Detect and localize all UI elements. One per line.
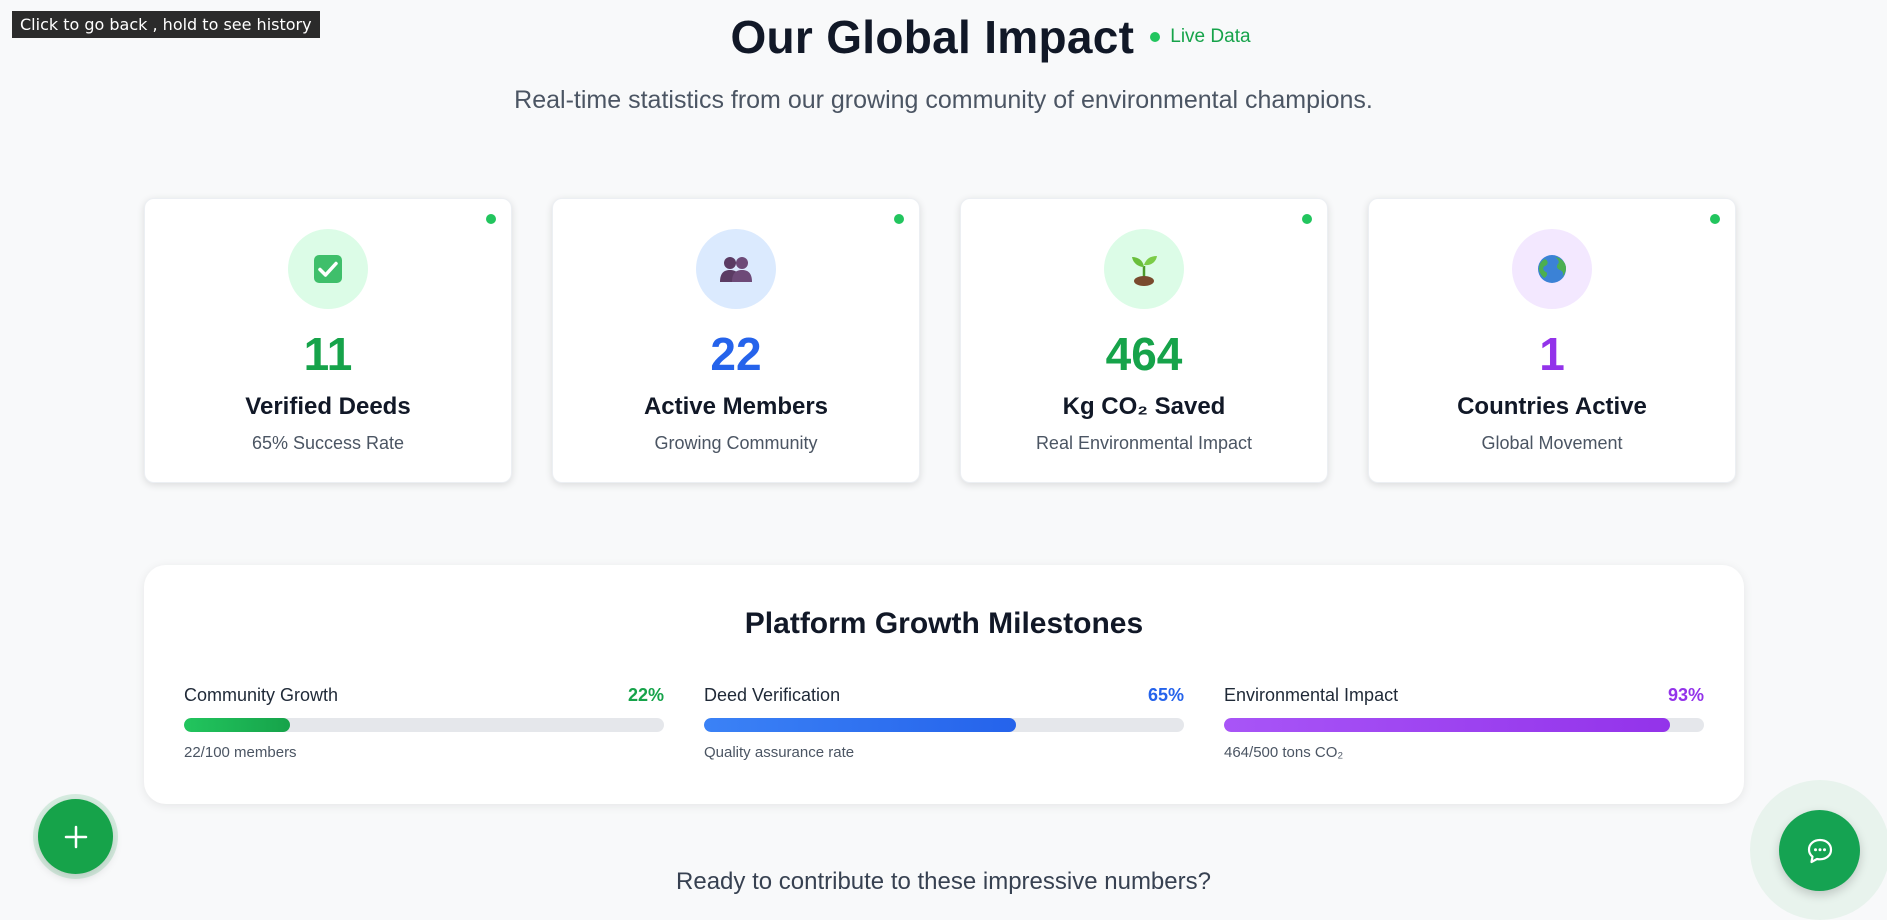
stat-label: Verified Deeds — [245, 393, 411, 420]
milestones-panel: Platform Growth Milestones Community Gro… — [144, 565, 1744, 804]
stat-value: 11 — [303, 328, 353, 380]
check-box-icon — [288, 229, 368, 309]
milestone-note: 464/500 tons CO₂ — [1224, 744, 1344, 761]
milestone-label: Deed Verification — [704, 685, 841, 705]
progress-track — [184, 718, 664, 732]
globe-icon — [1512, 229, 1592, 309]
stat-card-countries-active: 1 Countries Active Global Movement — [1368, 198, 1736, 483]
milestone-percent: 65% — [1147, 685, 1184, 705]
stats-cards: 11 Verified Deeds 65% Success Rate 22 Ac… — [144, 198, 1736, 483]
live-data-label: Live Data — [1170, 26, 1251, 47]
progress-fill — [704, 718, 1016, 732]
stat-card-verified-deeds: 11 Verified Deeds 65% Success Rate — [144, 198, 512, 483]
stat-card-co2-saved: 464 Kg CO₂ Saved Real Environmental Impa… — [960, 198, 1328, 483]
milestone-note: Quality assurance rate — [704, 744, 855, 761]
milestone-deed-verification: Deed Verification 65% Quality assurance … — [704, 685, 1184, 761]
people-icon — [696, 229, 776, 309]
milestone-environmental-impact: Environmental Impact 93% 464/500 tons CO… — [1224, 685, 1704, 761]
stat-subtext: Global Movement — [1481, 433, 1623, 453]
milestone-percent: 93% — [1667, 685, 1704, 705]
stat-subtext: Real Environmental Impact — [1035, 433, 1253, 453]
live-data-badge: Live Data — [1150, 26, 1251, 48]
stat-subtext: Growing Community — [654, 433, 818, 453]
live-dot-icon — [486, 214, 496, 224]
stat-value: 22 — [710, 328, 762, 380]
cta-text: Ready to contribute to these impressive … — [676, 868, 1211, 895]
progress-track — [704, 718, 1184, 732]
milestones-title: Platform Growth Milestones — [744, 607, 1144, 640]
stat-value: 1 — [1539, 328, 1565, 380]
milestone-community-growth: Community Growth 22% 22/100 members — [184, 685, 664, 761]
progress-track — [1224, 718, 1704, 732]
stat-label: Countries Active — [1457, 393, 1647, 420]
live-dot-icon — [1150, 32, 1161, 42]
stat-value: 464 — [1105, 328, 1183, 380]
seedling-icon — [1104, 229, 1184, 309]
progress-fill — [184, 718, 290, 732]
stat-card-active-members: 22 Active Members Growing Community — [552, 198, 920, 483]
milestone-note: 22/100 members — [184, 744, 297, 761]
page-title: Our Global Impact — [730, 11, 1135, 63]
chat-bubble-icon — [1807, 838, 1832, 863]
header: Our Global Impact Live Data — [0, 10, 1887, 64]
live-dot-icon — [1710, 214, 1720, 224]
live-dot-icon — [1302, 214, 1312, 224]
chat-button[interactable] — [1779, 810, 1860, 891]
milestone-label: Environmental Impact — [1224, 685, 1399, 705]
plus-icon — [64, 825, 87, 848]
milestone-percent: 22% — [627, 685, 664, 705]
page-subtitle: Real-time statistics from our growing co… — [514, 86, 1373, 114]
live-dot-icon — [894, 214, 904, 224]
stat-label: Kg CO₂ Saved — [1062, 393, 1226, 420]
stat-label: Active Members — [643, 393, 829, 420]
stat-subtext: 65% Success Rate — [251, 433, 405, 453]
milestone-label: Community Growth — [184, 685, 339, 705]
add-deed-button[interactable] — [38, 799, 113, 874]
progress-fill — [1224, 718, 1671, 732]
